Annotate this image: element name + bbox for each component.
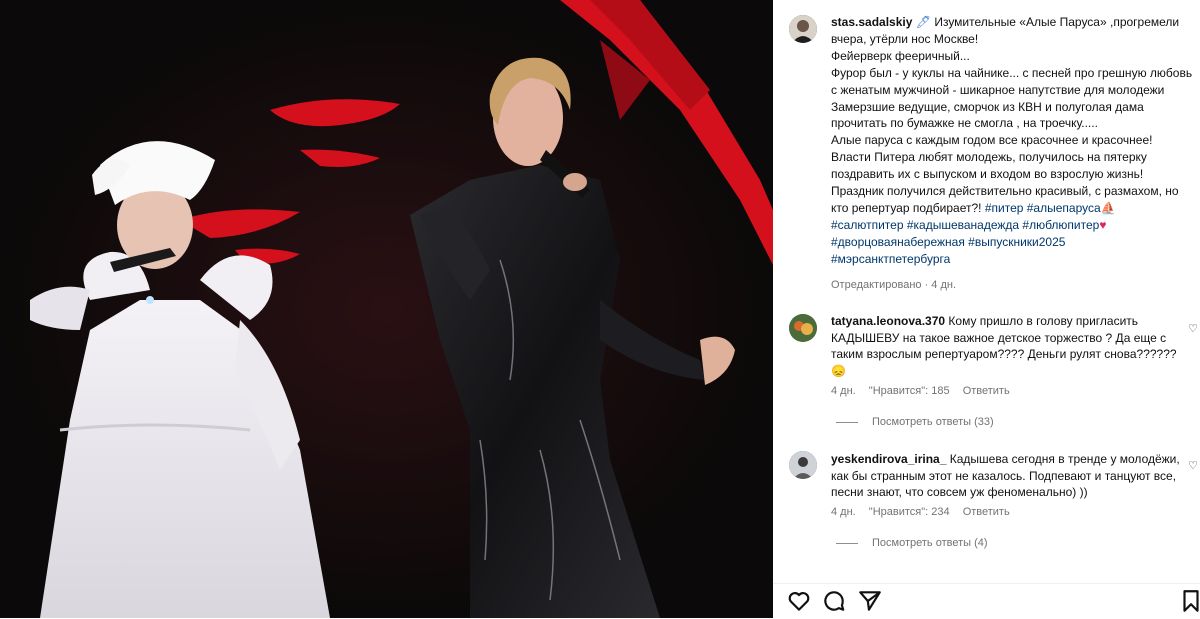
caption-line-5: Алые паруса с каждым годом все красочнее… [831, 133, 1153, 148]
replies-line [836, 421, 858, 423]
share-icon[interactable] [857, 588, 883, 614]
comment-username[interactable]: tatyana.leonova.370 [831, 314, 945, 328]
comment-like-heart-icon[interactable]: ♡ [1188, 322, 1198, 335]
post-caption: stas.sadalskiy 🖊 Изумительные «Алые Пару… [831, 14, 1193, 268]
caption-line-6: Власти Питера любят молодежь, получилось… [831, 150, 1147, 182]
heart-icon[interactable] [786, 588, 812, 614]
edited-timestamp: Отредактировано · 4 дн. [831, 279, 957, 291]
view-replies-label[interactable]: Посмотреть ответы (4) [872, 537, 988, 549]
comment-username[interactable]: yeskendirova_irina_ [831, 452, 946, 466]
reply-button[interactable]: Ответить [963, 385, 1010, 397]
hashtags-line-1[interactable]: #питер #алыепаруса [985, 201, 1101, 215]
view-replies-1[interactable]: Посмотреть ответы (33) [836, 416, 994, 428]
pen-emoji-icon: 🖊 [915, 15, 931, 29]
author-avatar[interactable] [789, 15, 817, 43]
comment-2: yeskendirova_irina_ Кадышева сегодня в т… [831, 451, 1181, 501]
comment-age: 4 дн. [831, 385, 856, 397]
commenter-avatar-2[interactable] [789, 451, 817, 479]
hashtags-line-4[interactable]: #мэрсанктпетербурга [831, 252, 950, 266]
comment-1-meta: 4 дн. "Нравится": 185 Ответить [831, 385, 1020, 397]
view-replies-label[interactable]: Посмотреть ответы (33) [872, 416, 994, 428]
post-photo[interactable] [0, 0, 773, 618]
comment-2-meta: 4 дн. "Нравится": 234 Ответить [831, 506, 1020, 518]
comment-icon[interactable] [821, 588, 847, 614]
action-bar [773, 583, 1200, 619]
caption-line-4: Замерзшие ведущие, сморчок из КВН и полу… [831, 99, 1144, 131]
comment-age: 4 дн. [831, 506, 856, 518]
caption-line-2: Фейерверк фееричный... [831, 48, 970, 63]
replies-line [836, 542, 858, 544]
commenter-avatar-1[interactable] [789, 314, 817, 342]
comment-likes[interactable]: "Нравится": 234 [869, 506, 950, 518]
avatar-image [789, 15, 817, 43]
avatar-image [789, 314, 817, 342]
comment-like-heart-icon[interactable]: ♡ [1188, 459, 1198, 472]
comment-likes[interactable]: "Нравится": 185 [869, 385, 950, 397]
red-heart-emoji-icon: ♥ [1099, 217, 1107, 232]
reply-button[interactable]: Ответить [963, 506, 1010, 518]
hashtags-line-3[interactable]: #дворцоваянабережная #выпускники2025 [831, 235, 1065, 249]
sad-emoji-icon: 😞 [831, 363, 846, 378]
concert-photo [0, 0, 773, 618]
avatar-image [789, 451, 817, 479]
author-username[interactable]: stas.sadalskiy [831, 15, 912, 29]
hashtags-line-2[interactable]: #салютпитер #кадышеванадежда #люблюпитер [831, 218, 1099, 232]
comment-1: tatyana.leonova.370 Кому пришло в голову… [831, 313, 1181, 379]
caption-line-3: Фурор был - у куклы на чайнике... с песн… [831, 65, 1193, 97]
view-replies-2[interactable]: Посмотреть ответы (4) [836, 537, 988, 549]
ship-emoji-icon: ⛵ [1100, 200, 1116, 215]
bookmark-icon[interactable] [1178, 588, 1200, 614]
